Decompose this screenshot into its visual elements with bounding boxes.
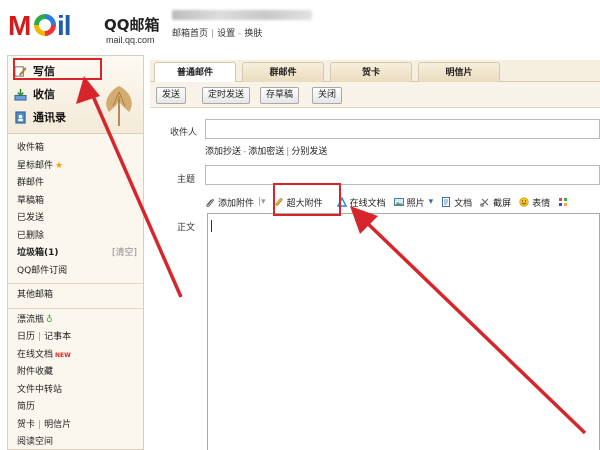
body-editor[interactable] [207,213,600,450]
logo-url: mail.qq.com [106,35,155,45]
postcards-link[interactable]: 明信片 [44,420,71,430]
folder-group-mail[interactable]: 群邮件 [8,175,143,193]
attachment-toolbar: 添加附件 |▾ 超大附件 在线文档 照片 ▾ 文档 截屏 表情 [205,195,579,209]
folder-sent[interactable]: 已发送 [8,210,143,228]
add-attachment-button[interactable]: 添加附件 [205,196,254,209]
subject-label: 主题 [177,175,196,185]
app-reading-space[interactable]: 阅读空间 [8,434,143,450]
photo-icon [393,198,404,206]
cc-links: 添加抄送 - 添加密送 | 分别发送 [205,147,328,157]
app-attachment-favorites[interactable]: 附件收藏 [8,364,143,382]
compose-toolbar: 发送 定时发送 存草稿 关闭 [150,82,600,108]
calendar-link[interactable]: 日历 [17,332,35,342]
send-button[interactable]: 发送 [156,87,187,104]
sidebar: 写信 收信 通讯录 收件箱 星标邮件 ★ 群邮件 草稿箱 已发送 已删除 垃圾箱(… [7,55,144,450]
settings-link[interactable]: 设置 [217,29,235,39]
home-link[interactable]: 邮箱首页 [172,29,208,39]
folder-drafts[interactable]: 草稿箱 [8,193,143,211]
subject-input[interactable] [205,165,600,185]
photo-button[interactable]: 照片 [393,196,425,209]
folder-deleted[interactable]: 已删除 [8,228,143,246]
divider [8,283,143,284]
app-drift-bottle[interactable]: 漂流瓶 ♁ [8,312,143,330]
highlight-large-attachment [273,183,341,216]
inbox-button[interactable]: 收信 [14,85,55,103]
add-bcc-link[interactable]: 添加密送 [248,147,284,157]
clear-spam-link[interactable]: [清空] [112,245,137,263]
compose-tabs: 普通邮件 群邮件 贺卡 明信片 [150,60,600,82]
tab-greeting-card[interactable]: 贺卡 [330,62,412,82]
separate-send-link[interactable]: 分别发送 [291,147,327,157]
bottle-icon: ♁ [46,314,53,325]
app-calendar-notes: 日历 | 记事本 [17,332,72,342]
tab-postcard[interactable]: 明信片 [418,62,500,82]
body-label: 正文 [177,223,196,233]
tab-normal-mail[interactable]: 普通邮件 [154,62,236,82]
emoji-button[interactable]: 表情 [519,196,550,209]
contacts-button[interactable]: 通讯录 [14,108,66,126]
scissors-icon [480,198,489,207]
smiley-icon [519,197,529,207]
app-online-docs[interactable]: 在线文档 NEW [8,347,143,365]
scheduled-send-button[interactable]: 定时发送 [202,87,251,104]
app-file-transfer[interactable]: 文件中转站 [8,382,143,400]
account-name-blurred [172,10,312,20]
download-icon [14,88,27,101]
to-label: 收件人 [170,128,198,138]
header: M il QQ邮箱 mail.qq.com 邮箱首页 | 设置 - 换肤 [0,0,600,52]
save-draft-button[interactable]: 存草稿 [260,87,300,104]
compose-panel: 普通邮件 群邮件 贺卡 明信片 发送 定时发送 存草稿 关闭 收件人 添加抄送 -… [150,60,600,450]
other-mailboxes[interactable]: 其他邮箱 [8,287,143,305]
new-badge: NEW [55,351,71,359]
highlight-compose [13,58,102,80]
logo-text: QQ邮箱 [104,16,160,34]
text-cursor [211,220,212,232]
leaf-decoration-icon [106,86,132,126]
star-icon: ★ [55,160,64,171]
folder-starred[interactable]: 星标邮件 ★ [8,158,143,176]
skin-link[interactable]: 换肤 [244,29,262,39]
document-icon [442,197,451,207]
paperclip-icon [206,199,214,207]
tab-group-mail[interactable]: 群邮件 [242,62,324,82]
folder-list: 收件箱 星标邮件 ★ 群邮件 草稿箱 已发送 已删除 垃圾箱(1) [清空] QQ邮… [8,140,143,450]
app-cards-postcards: 贺卡 | 明信片 [17,419,72,430]
folder-subscriptions[interactable]: QQ邮件订阅 [8,263,143,281]
app-resume[interactable]: 简历 [8,399,143,417]
divider [8,307,143,309]
cards-link[interactable]: 贺卡 [17,420,35,430]
add-cc-link[interactable]: 添加抄送 [205,147,241,157]
document-button[interactable]: 文档 [441,196,472,209]
to-input[interactable] [205,119,600,139]
online-doc-button[interactable]: 在线文档 [336,196,386,209]
dropdown-caret-icon[interactable]: |▾ [258,197,266,207]
folder-spam[interactable]: 垃圾箱(1) [清空] [8,245,143,263]
photo-dropdown-icon[interactable]: ▾ [429,197,434,207]
more-icon[interactable] [558,197,571,207]
close-button[interactable]: 关闭 [312,87,343,104]
screenshot-button[interactable]: 截屏 [480,196,511,209]
folder-inbox[interactable]: 收件箱 [8,140,143,158]
notes-link[interactable]: 记事本 [44,332,71,342]
address-book-icon [15,110,26,124]
top-links: 邮箱首页 | 设置 - 换肤 [172,29,263,39]
